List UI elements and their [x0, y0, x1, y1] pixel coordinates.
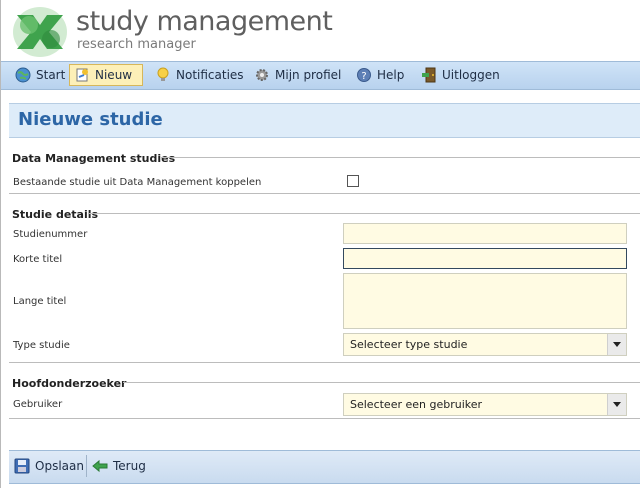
chevron-down-icon[interactable] [607, 394, 626, 415]
long-title-label: Lange titel [13, 296, 67, 307]
nav-start-label: Start [36, 68, 66, 82]
study-type-label: Type studie [13, 340, 70, 351]
back-label: Terug [113, 459, 146, 473]
section-divider [123, 382, 640, 383]
nav-new[interactable]: Nieuw [69, 64, 143, 86]
nav-notifications[interactable]: Notificaties [151, 64, 248, 86]
short-title-label: Korte titel [13, 254, 63, 265]
section-divider [9, 193, 640, 194]
study-type-select[interactable]: Selecteer type studie [343, 333, 627, 356]
user-select[interactable]: Selecteer een gebruiker [343, 393, 627, 416]
back-button[interactable]: Terug [92, 457, 146, 475]
save-label: Opslaan [35, 459, 84, 473]
globe-icon [15, 67, 31, 83]
section-divider [9, 362, 640, 363]
nav-logout-label: Uitloggen [442, 68, 500, 82]
link-study-checkbox[interactable] [347, 175, 359, 187]
logout-door-icon [421, 67, 437, 83]
study-type-selected: Selecteer type studie [350, 338, 468, 351]
section-title-investigator: Hoofdonderzoeker [12, 377, 127, 390]
arrow-left-icon [92, 458, 108, 474]
section-title-data-management: Data Management studies [12, 152, 176, 165]
study-number-label: Studienummer [13, 229, 88, 240]
brand-title: study management [76, 6, 333, 37]
nav-logout[interactable]: Uitloggen [417, 64, 504, 86]
new-document-icon [74, 67, 90, 83]
nav-profile[interactable]: Mijn profiel [250, 64, 345, 86]
save-button[interactable]: Opslaan [14, 457, 84, 475]
lightbulb-icon [155, 67, 171, 83]
svg-text:?: ? [361, 71, 366, 82]
page-title: Nieuwe studie [18, 109, 163, 130]
long-title-textarea[interactable] [343, 273, 627, 329]
link-study-label: Bestaande studie uit Data Management kop… [13, 177, 262, 188]
study-number-input[interactable] [343, 223, 627, 244]
nav-notifications-label: Notificaties [176, 68, 244, 82]
section-divider [9, 418, 640, 419]
nav-profile-label: Mijn profiel [275, 68, 342, 82]
brand-logo-icon [11, 5, 69, 59]
brand-subtitle: research manager [77, 37, 196, 52]
user-selected: Selecteer een gebruiker [350, 398, 483, 411]
nav-new-label: Nieuw [95, 68, 133, 82]
section-divider [89, 213, 640, 214]
gear-icon [254, 67, 270, 83]
toolbar-separator [86, 455, 87, 477]
help-icon: ? [356, 67, 372, 83]
chevron-down-icon[interactable] [607, 334, 626, 355]
nav-help[interactable]: ? Help [352, 64, 408, 86]
short-title-input[interactable] [343, 248, 627, 269]
section-title-details: Studie details [12, 208, 99, 221]
user-label: Gebruiker [13, 399, 63, 410]
nav-help-label: Help [377, 68, 405, 82]
main-navbar: Start Nieuw Notificaties Mijn profiel ? … [1, 61, 640, 90]
floppy-disk-icon [14, 458, 30, 474]
section-divider [161, 157, 640, 158]
nav-start[interactable]: Start [11, 64, 69, 86]
